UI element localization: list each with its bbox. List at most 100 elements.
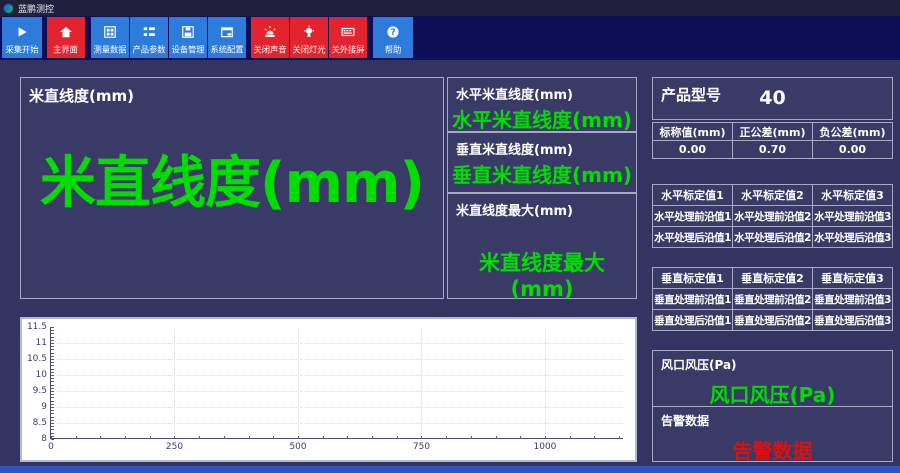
chart-x-minor-tick <box>249 436 250 439</box>
app-logo-icon <box>3 3 14 14</box>
bottom-status-strip <box>0 466 900 473</box>
tolerance-value: 0.00 <box>653 141 733 159</box>
chart-x-tick-label: 750 <box>401 442 441 452</box>
toolbar-button-product-params[interactable]: 产品参数 <box>130 17 168 58</box>
max-straightness-title: 米直线度最大(mm) <box>448 194 636 219</box>
toolbar-button-measure-data[interactable]: 测量数据 <box>91 17 129 58</box>
calibration-cell: 垂直处理后沿值2 <box>733 310 813 331</box>
chart-y-minor-tick <box>51 401 54 402</box>
calibration-cell: 垂直处理前沿值1 <box>653 289 733 310</box>
calibration-cell: 垂直处理前沿值3 <box>813 289 893 310</box>
chart-hgridline <box>51 423 623 424</box>
chart-y-minor-tick <box>51 340 54 341</box>
max-straightness-panel: 米直线度最大(mm) 米直线度最大(mm) <box>447 193 637 299</box>
home-icon <box>59 23 73 41</box>
toolbar-button-help[interactable]: ? 帮助 <box>373 17 413 58</box>
toolbar-button-label: 设备管理 <box>171 44 204 56</box>
chart-x-minor-tick <box>421 436 422 439</box>
chart-vgridline <box>545 327 546 438</box>
chart-y-minor-tick <box>51 420 54 421</box>
tolerance-header: 标称值(mm) <box>653 123 733 141</box>
chart-y-tick-label: 11.5 <box>21 322 47 332</box>
vertical-straightness-title: 垂直米直线度(mm) <box>448 133 636 158</box>
chart-x-minor-tick <box>446 436 447 439</box>
chart-x-minor-tick <box>224 436 225 439</box>
calibration-cell: 水平处理前沿值1 <box>653 206 733 227</box>
chart-x-minor-tick <box>51 436 52 439</box>
chart-y-minor-tick <box>51 388 54 389</box>
straightness-value: 米直线度(mm) <box>21 138 443 219</box>
chart-x-minor-tick <box>273 436 274 439</box>
toolbar-button-device-management[interactable]: 设备管理 <box>169 17 207 58</box>
chart-y-tick-label: 10.5 <box>21 354 47 364</box>
chart-y-minor-tick <box>51 372 54 373</box>
toolbar-button-label: 采集开始 <box>5 44 38 56</box>
chart-x-minor-tick <box>594 436 595 439</box>
chart-x-tick-label: 0 <box>31 442 71 452</box>
toolbar-button-label: 测量数据 <box>93 44 126 56</box>
horizontal-straightness-panel: 水平米直线度(mm) 水平米直线度(mm) <box>447 77 637 132</box>
calibration-cell: 水平处理后沿值1 <box>653 227 733 248</box>
chart-y-tick-label: 11 <box>21 338 47 348</box>
chart-y-tick-label: 10 <box>21 370 47 380</box>
chart-x-tick-label: 500 <box>278 442 318 452</box>
chart-y-tick-label: 9.5 <box>21 386 47 396</box>
toolbar-button-system-config[interactable]: 系统配置 <box>208 17 246 58</box>
chart-x-minor-tick <box>545 436 546 439</box>
chart-y-tick-label: 9 <box>21 402 47 412</box>
wind-alarm-panel: 风口风压(Pa) 风口风压(Pa) 告警数据 告警数据 <box>652 350 893 462</box>
chart-x-minor-tick <box>471 436 472 439</box>
toolbar-button-start-capture[interactable]: 采集开始 <box>2 17 42 58</box>
toolbar-button-sound-off[interactable]: 关闭声音 <box>251 17 289 58</box>
chart-x-minor-tick <box>199 436 200 439</box>
chart-hgridline <box>51 359 623 360</box>
chart-x-minor-tick <box>496 436 497 439</box>
toolbar-button-external-screen-off[interactable]: 关外接屏 <box>329 17 367 58</box>
chart-y-minor-tick <box>51 397 54 398</box>
chart-y-minor-tick <box>51 327 54 328</box>
device-icon <box>181 23 195 41</box>
calibration-cell: 水平标定值2 <box>733 185 813 206</box>
straightness-panel: 米直线度(mm) 米直线度(mm) <box>20 77 444 299</box>
chart-x-minor-tick <box>372 436 373 439</box>
wind-pressure-title: 风口风压(Pa) <box>653 351 892 373</box>
chart-y-minor-tick <box>51 423 54 424</box>
play-icon <box>15 23 29 41</box>
calibration-cell: 垂直标定值1 <box>653 268 733 289</box>
tolerance-table: 标称值(mm) 正公差(mm) 负公差(mm) 0.00 0.70 0.00 <box>652 122 893 159</box>
tolerance-header: 负公差(mm) <box>813 123 893 141</box>
tolerance-value: 0.70 <box>733 141 813 159</box>
chart-y-minor-tick <box>51 333 54 334</box>
wind-pressure-value: 风口风压(Pa) <box>653 379 892 408</box>
chart-y-minor-tick <box>51 346 54 347</box>
alarm-data-value: 告警数据 <box>653 435 892 464</box>
config-icon <box>220 23 234 41</box>
chart-y-minor-tick <box>51 362 54 363</box>
tolerance-value: 0.00 <box>813 141 893 159</box>
vertical-straightness-value: 垂直米直线度(mm) <box>448 159 636 188</box>
toolbar-button-label: 帮助 <box>385 44 402 56</box>
chart-y-minor-tick <box>51 404 54 405</box>
chart-y-minor-tick <box>51 337 54 338</box>
chart-x-minor-tick <box>298 436 299 439</box>
wind-pressure-section: 风口风压(Pa) 风口风压(Pa) <box>653 351 892 406</box>
chart-vgridline <box>174 327 175 438</box>
calibration-cell: 垂直处理后沿值3 <box>813 310 893 331</box>
light-bulb-icon <box>302 23 316 41</box>
toolbar-button-label: 产品参数 <box>132 44 165 56</box>
window-titlebar: 蓝鹏测控 <box>0 0 900 16</box>
toolbar-button-label: 关闭声音 <box>253 44 286 56</box>
max-straightness-value: 米直线度最大(mm) <box>448 247 636 301</box>
toolbar-button-main-screen[interactable]: 主界面 <box>47 17 85 58</box>
chart-x-minor-tick <box>100 436 101 439</box>
vertical-straightness-panel: 垂直米直线度(mm) 垂直米直线度(mm) <box>447 132 637 193</box>
svg-text:?: ? <box>390 28 395 38</box>
chart-x-minor-tick <box>174 436 175 439</box>
chart-y-minor-tick <box>51 356 54 357</box>
chart-hgridline <box>51 391 623 392</box>
toolbar-button-light-off[interactable]: 关闭灯光 <box>290 17 328 58</box>
toolbar-button-label: 主界面 <box>54 44 79 56</box>
chart-y-minor-tick <box>51 410 54 411</box>
chart-x-minor-tick <box>570 436 571 439</box>
trend-chart: 88.599.51010.51111.502505007501000 <box>20 317 637 462</box>
